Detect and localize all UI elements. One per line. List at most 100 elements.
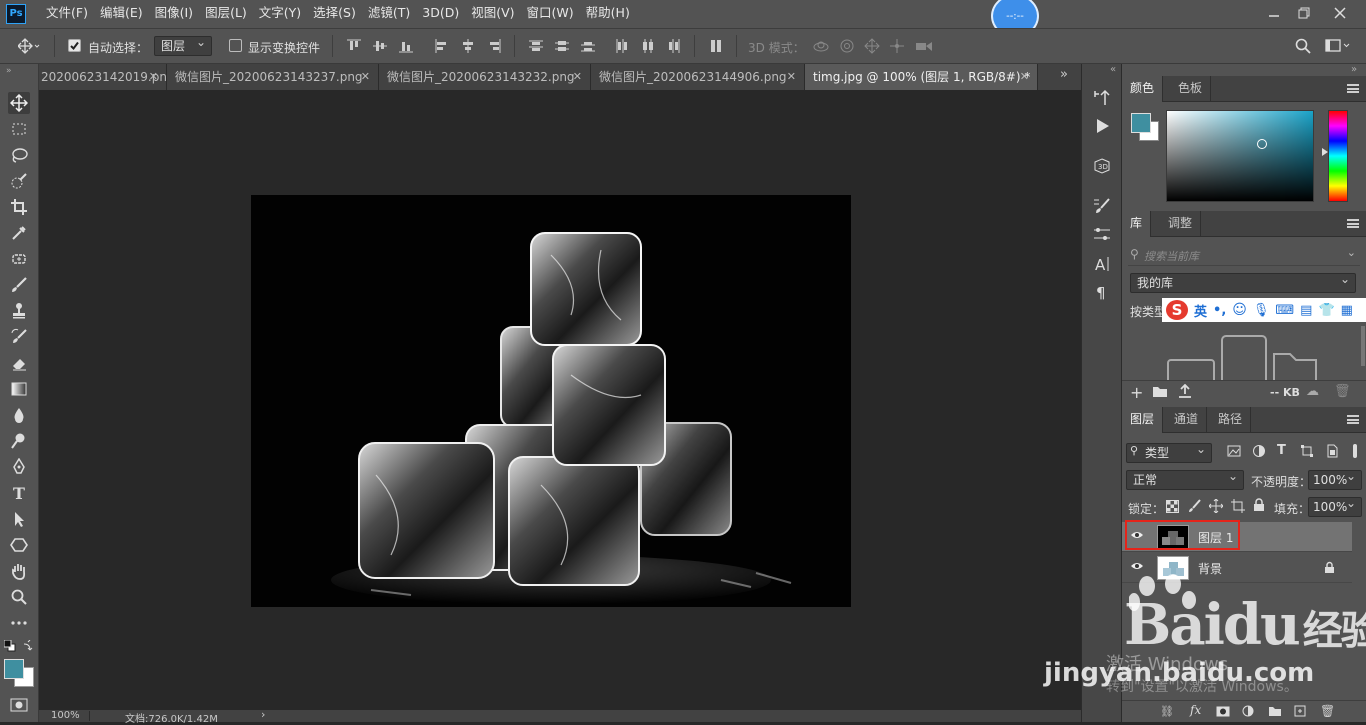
align-bottom-icon[interactable] [398, 38, 414, 54]
lock-position-icon[interactable] [1209, 499, 1223, 513]
menu-select[interactable]: 选择(S) [307, 0, 362, 28]
library-search[interactable]: ⚲ 搜索当前库 ⌄ [1128, 244, 1360, 266]
trash-icon[interactable]: 🗑 [1334, 384, 1351, 399]
hand-icon[interactable] [8, 560, 30, 582]
adjustment-layer-icon[interactable] [1242, 705, 1254, 717]
clone-stamp-icon[interactable] [8, 300, 30, 322]
align-top-icon[interactable] [346, 38, 362, 54]
menu-edit[interactable]: 编辑(E) [94, 0, 149, 28]
brush-icon[interactable] [8, 274, 30, 296]
move-tool-icon[interactable] [8, 92, 30, 114]
workspace-switcher-icon[interactable] [1324, 37, 1352, 55]
minimize-icon[interactable] [1258, 0, 1290, 26]
filter-smart-object-icon[interactable] [1325, 444, 1339, 458]
tab-close-icon[interactable]: ✕ [787, 64, 796, 90]
crop-icon[interactable] [8, 196, 30, 218]
hue-slider[interactable] [1328, 110, 1348, 202]
collapse-panels-icon[interactable]: » [1351, 64, 1357, 75]
pen-icon[interactable] [8, 456, 30, 478]
grid-icon[interactable]: ▦ [1341, 303, 1353, 318]
collapse-dock-icon[interactable]: « [1110, 64, 1116, 75]
menu-type[interactable]: 文字(Y) [253, 0, 307, 28]
align-left-icon[interactable] [434, 38, 450, 54]
tab-document-4[interactable]: 微信图片_20200623144906.png ✕ [591, 64, 805, 90]
lock-pixels-icon[interactable] [1188, 499, 1202, 513]
menu-window[interactable]: 窗口(W) [521, 0, 580, 28]
more-tabs-icon[interactable]: » [1060, 67, 1068, 82]
tab-paths[interactable]: 路径 [1210, 407, 1252, 433]
color-picker-cursor[interactable] [1257, 139, 1267, 149]
distribute-top-icon[interactable] [528, 38, 544, 54]
zoom-icon[interactable] [8, 586, 30, 608]
link-layers-icon[interactable]: ⛓ [1160, 705, 1174, 718]
tab-document-3[interactable]: 微信图片_20200623143232.png ✕ [379, 64, 591, 90]
toolbox-icon[interactable]: ▤ [1300, 303, 1312, 318]
new-layer-icon[interactable] [1294, 705, 1306, 717]
opacity-field[interactable]: 100% [1308, 467, 1362, 490]
add-asset-icon[interactable]: + [1130, 383, 1143, 402]
align-vcenter-icon[interactable] [372, 38, 388, 54]
filter-shape-icon[interactable] [1300, 444, 1314, 458]
align-hcenter-icon[interactable] [460, 38, 476, 54]
layer-name[interactable]: 背景 [1198, 560, 1222, 577]
align-right-icon[interactable] [486, 38, 502, 54]
tab-layers[interactable]: 图层 [1122, 407, 1164, 433]
hue-slider-handle[interactable] [1322, 148, 1328, 156]
lock-all-icon[interactable] [1253, 498, 1265, 512]
quick-mask-icon[interactable] [10, 698, 28, 712]
paragraph-panel-icon[interactable]: ¶ [1092, 282, 1112, 302]
voice-icon[interactable]: 🎙 [1253, 303, 1270, 318]
close-icon[interactable] [1324, 0, 1356, 26]
brush-presets-icon[interactable] [1092, 224, 1112, 244]
tab-close-icon[interactable]: ✕ [149, 64, 158, 90]
layer-filter-dropdown[interactable]: 类型 [1126, 440, 1212, 463]
3d-roll-icon[interactable] [838, 37, 856, 55]
tab-close-icon[interactable]: ✕ [361, 64, 370, 90]
collapse-toolbar-icon[interactable]: » [6, 66, 12, 76]
3d-pan-icon[interactable] [863, 37, 881, 55]
tab-libraries[interactable]: 库 [1122, 211, 1152, 237]
tab-document-1[interactable]: 20200623142019.png ✕ [39, 64, 167, 90]
tab-close-icon[interactable]: ✕ [1020, 64, 1029, 90]
library-scrollbar[interactable] [1361, 326, 1365, 366]
layers-panel-menu-icon[interactable] [1347, 415, 1359, 424]
3d-orbit-icon[interactable] [812, 37, 830, 55]
lasso-icon[interactable] [8, 144, 30, 166]
fg-color-chip[interactable] [1131, 113, 1151, 133]
swap-colors-icon[interactable] [22, 640, 34, 652]
menu-layer[interactable]: 图层(L) [199, 0, 253, 28]
actions-play-icon[interactable] [1092, 116, 1112, 136]
group-folder-icon[interactable] [1268, 705, 1282, 717]
menu-view[interactable]: 视图(V) [465, 0, 520, 28]
menu-3d[interactable]: 3D(D) [416, 0, 465, 28]
history-icon[interactable] [1092, 88, 1112, 108]
color-field[interactable] [1166, 110, 1314, 202]
lock-artboard-icon[interactable] [1231, 499, 1245, 513]
distribute-vcenter-icon[interactable] [554, 38, 570, 54]
menu-help[interactable]: 帮助(H) [580, 0, 636, 28]
tab-adjustments[interactable]: 调整 [1160, 211, 1202, 237]
emoji-icon[interactable]: ☺ [1232, 302, 1247, 318]
more-tools-icon[interactable] [8, 612, 30, 634]
character-panel-icon[interactable]: A [1092, 254, 1112, 274]
3d-panel-icon[interactable]: 3D [1092, 156, 1112, 176]
rectangular-marquee-icon[interactable] [8, 118, 30, 140]
ime-toolbar[interactable]: S 英 •, ☺ 🎙 ⌨ ▤ 👕 ▦ [1162, 298, 1366, 322]
library-select[interactable]: 我的库 [1130, 270, 1356, 293]
dodge-icon[interactable] [8, 430, 30, 452]
fill-field[interactable]: 100% [1308, 494, 1362, 517]
menu-filter[interactable]: 滤镜(T) [362, 0, 416, 28]
folder-icon[interactable] [1152, 385, 1168, 398]
filter-pixel-icon[interactable] [1227, 444, 1241, 458]
auto-select-checkbox[interactable] [68, 39, 81, 52]
distribute-right-icon[interactable] [666, 38, 682, 54]
auto-select-target-dropdown[interactable]: 图层 [154, 33, 212, 56]
tab-swatches[interactable]: 色板 [1170, 76, 1212, 102]
show-transform-checkbox[interactable] [229, 39, 242, 52]
group-by-label[interactable]: 按类型 [1130, 303, 1166, 320]
history-brush-icon[interactable] [8, 326, 30, 348]
tab-color[interactable]: 颜色 [1122, 76, 1164, 102]
shape-icon[interactable] [8, 534, 30, 556]
cloud-sync-icon[interactable]: ☁ [1306, 384, 1319, 399]
distribute-bottom-icon[interactable] [580, 38, 596, 54]
